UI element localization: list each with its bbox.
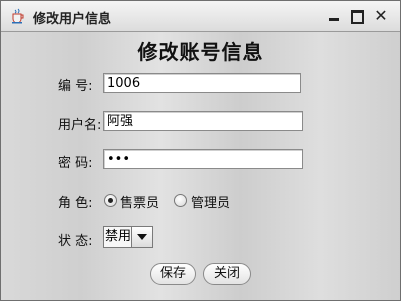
status-select-value: 禁用: [105, 229, 132, 244]
title-bar[interactable]: 修改用户信息 ✕: [1, 1, 400, 32]
dialog-window: 修改用户信息 ✕ 修改账号信息 编 号: 1006 用户名: 阿强 密 码: •…: [0, 0, 401, 301]
minimize-icon[interactable]: [325, 7, 343, 25]
role-option-admin[interactable]: 管理员: [191, 192, 230, 211]
role-option-ticket-seller[interactable]: 售票员: [120, 192, 159, 211]
username-label: 用户名:: [58, 118, 102, 133]
close-icon[interactable]: ✕: [372, 7, 390, 25]
role-radio-ticket-seller[interactable]: [104, 194, 117, 207]
chevron-down-icon[interactable]: [131, 227, 152, 247]
form-heading: 修改账号信息: [137, 40, 264, 64]
username-field[interactable]: 阿强: [103, 111, 303, 131]
maximize-icon[interactable]: [348, 7, 366, 25]
password-label: 密 码:: [58, 156, 93, 171]
close-button[interactable]: 关闭: [203, 263, 251, 285]
password-field[interactable]: •••: [103, 149, 303, 169]
save-button[interactable]: 保存: [150, 263, 196, 285]
id-label: 编 号:: [58, 79, 93, 94]
window-title: 修改用户信息: [33, 12, 112, 27]
role-label: 角 色:: [58, 196, 93, 211]
java-cup-icon: [9, 8, 25, 24]
status-select[interactable]: 禁用: [103, 226, 153, 248]
id-field[interactable]: 1006: [103, 73, 301, 93]
role-radio-admin[interactable]: [174, 194, 187, 207]
status-label: 状 态:: [58, 234, 93, 249]
